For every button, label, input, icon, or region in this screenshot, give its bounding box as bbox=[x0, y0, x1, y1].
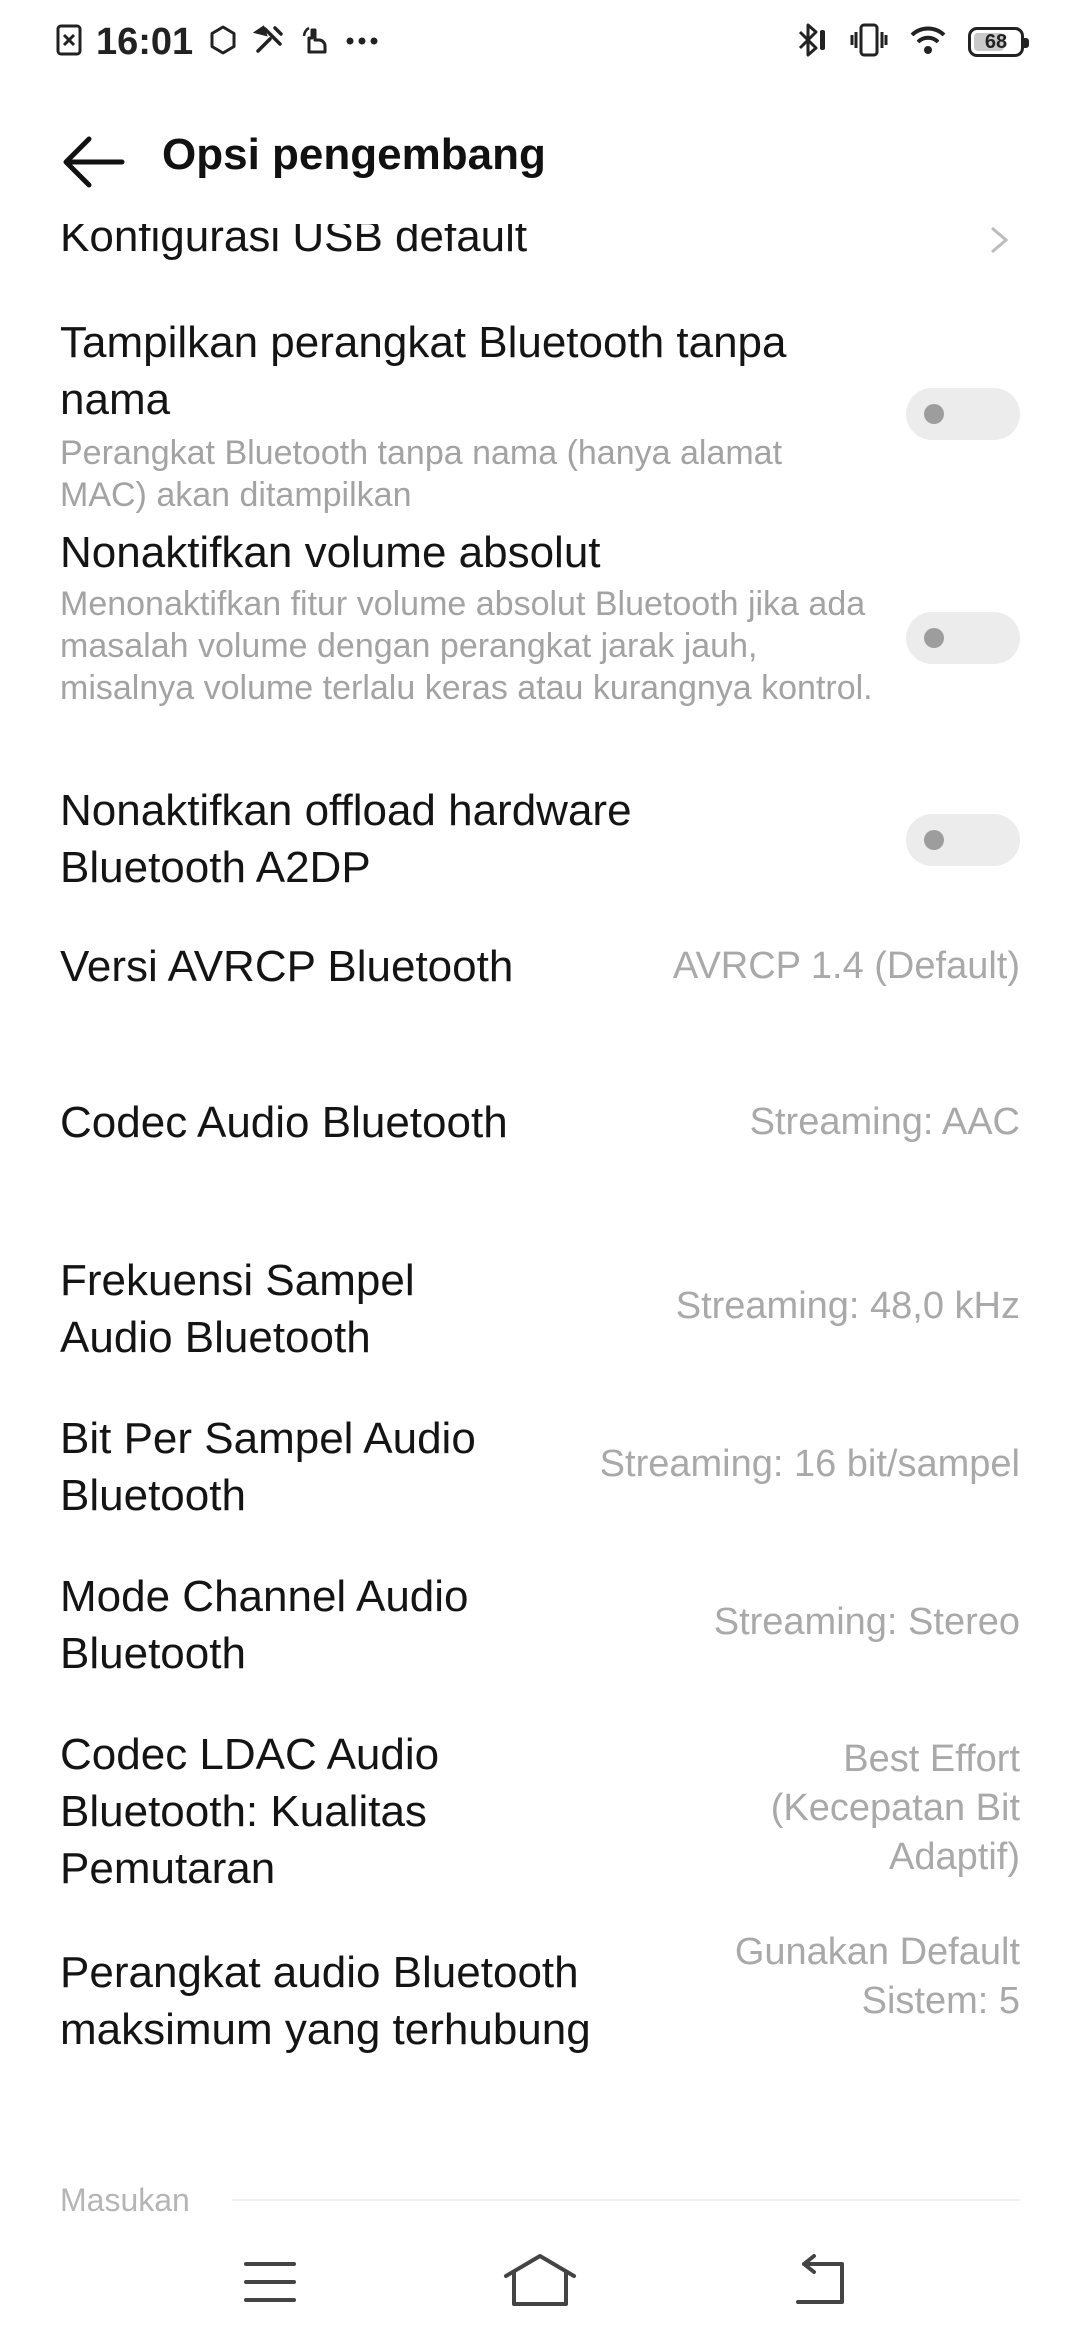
setting-value: Streaming: 16 bit/sampel bbox=[599, 1443, 1020, 1485]
home-icon bbox=[504, 2254, 576, 2306]
toggle-switch[interactable] bbox=[906, 612, 1020, 664]
page-title: Opsi pengembang bbox=[162, 130, 546, 179]
setting-title: Codec LDAC Audio Bluetooth: Kualitas Pem… bbox=[60, 1730, 440, 1893]
setting-title: Perangkat audio Bluetooth maksimum yang … bbox=[60, 1948, 591, 2054]
setting-title: Mode Channel Audio Bluetooth bbox=[60, 1572, 469, 1678]
setting-audio-codec[interactable]: Codec Audio Bluetooth Streaming: AAC bbox=[60, 1094, 1020, 1151]
setting-disable-a2dp-offload[interactable]: Nonaktifkan offload hardware Bluetooth A… bbox=[60, 782, 1020, 896]
app-bar: Opsi pengembang bbox=[0, 84, 1080, 224]
status-time: 16:01 bbox=[96, 20, 194, 63]
navigation-bar bbox=[0, 2224, 1080, 2340]
toggle-switch[interactable] bbox=[906, 388, 1020, 440]
arrow-left-icon bbox=[63, 136, 125, 188]
setting-subtitle: Perangkat Bluetooth tanpa nama (hanya al… bbox=[60, 434, 783, 514]
setting-title: Codec Audio Bluetooth bbox=[60, 1098, 508, 1147]
menu-icon bbox=[244, 2262, 296, 2302]
vibrate-icon bbox=[850, 22, 888, 63]
section-divider bbox=[232, 2199, 1020, 2201]
setting-title: Frekuensi Sampel Audio Bluetooth bbox=[60, 1256, 415, 1362]
setting-channel-mode[interactable]: Mode Channel Audio Bluetooth Streaming: … bbox=[60, 1568, 1020, 1682]
toggle-switch[interactable] bbox=[906, 814, 1020, 866]
setting-value: Streaming: AAC bbox=[749, 1101, 1020, 1143]
setting-value: Best Effort (Kecepatan Bit Adaptif) bbox=[770, 1738, 1020, 1878]
setting-show-unnamed-bluetooth[interactable]: Tampilkan perangkat Bluetooth tanpa nama… bbox=[60, 314, 1020, 516]
hand-icon bbox=[299, 24, 331, 61]
setting-title: Bit Per Sampel Audio Bluetooth bbox=[60, 1414, 476, 1520]
wifi-icon bbox=[910, 25, 946, 60]
toggle-knob bbox=[924, 830, 944, 850]
back-nav-button[interactable] bbox=[770, 2246, 870, 2318]
recents-button[interactable] bbox=[220, 2246, 320, 2318]
toggle-knob bbox=[924, 404, 944, 424]
setting-disable-absolute-volume[interactable]: Nonaktifkan volume absolut Menonaktifkan… bbox=[60, 524, 1020, 709]
setting-title: Nonaktifkan volume absolut bbox=[60, 528, 601, 577]
setting-sample-rate[interactable]: Frekuensi Sampel Audio Bluetooth Streami… bbox=[60, 1252, 1020, 1366]
more-dots-icon bbox=[345, 33, 379, 51]
notification-x-icon bbox=[56, 24, 82, 61]
settings-list[interactable]: Konfigurasi USB default Tampilkan perang… bbox=[0, 224, 1080, 2224]
circle-icon bbox=[207, 24, 239, 61]
setting-title: Versi AVRCP Bluetooth bbox=[60, 942, 514, 991]
setting-ldac-quality[interactable]: Codec LDAC Audio Bluetooth: Kualitas Pem… bbox=[60, 1726, 1020, 1897]
setting-max-connected-devices[interactable]: Perangkat audio Bluetooth maksimum yang … bbox=[60, 1931, 1020, 2058]
setting-usb-config[interactable]: Konfigurasi USB default bbox=[60, 224, 1020, 265]
setting-value: AVRCP 1.4 (Default) bbox=[672, 945, 1020, 987]
setting-title: Tampilkan perangkat Bluetooth tanpa nama bbox=[60, 318, 787, 424]
toggle-knob bbox=[924, 628, 944, 648]
setting-value: Streaming: Stereo bbox=[713, 1601, 1020, 1643]
bluetooth-icon bbox=[796, 22, 828, 63]
setting-subtitle: Menonaktifkan fitur volume absolut Bluet… bbox=[60, 585, 873, 707]
back-button[interactable] bbox=[56, 122, 136, 202]
back-icon bbox=[796, 2254, 844, 2304]
section-header-input: Masukan bbox=[60, 2182, 190, 2218]
battery-icon: 68 bbox=[968, 27, 1029, 57]
chevron-right-icon bbox=[991, 226, 1009, 254]
setting-bits-per-sample[interactable]: Bit Per Sampel Audio Bluetooth Streaming… bbox=[60, 1410, 1020, 1524]
battery-level: 68 bbox=[984, 30, 1008, 53]
setting-value: Gunakan Default Sistem: 5 bbox=[734, 1931, 1020, 2022]
status-bar: 16:01 68 bbox=[0, 0, 1080, 84]
setting-value: Streaming: 48,0 kHz bbox=[675, 1285, 1020, 1327]
setting-title: Konfigurasi USB default bbox=[60, 224, 528, 261]
home-button[interactable] bbox=[490, 2246, 590, 2318]
setting-title: Nonaktifkan offload hardware Bluetooth A… bbox=[60, 786, 632, 892]
setting-avrcp-version[interactable]: Versi AVRCP Bluetooth AVRCP 1.4 (Default… bbox=[60, 938, 1020, 995]
tools-icon bbox=[252, 24, 285, 61]
